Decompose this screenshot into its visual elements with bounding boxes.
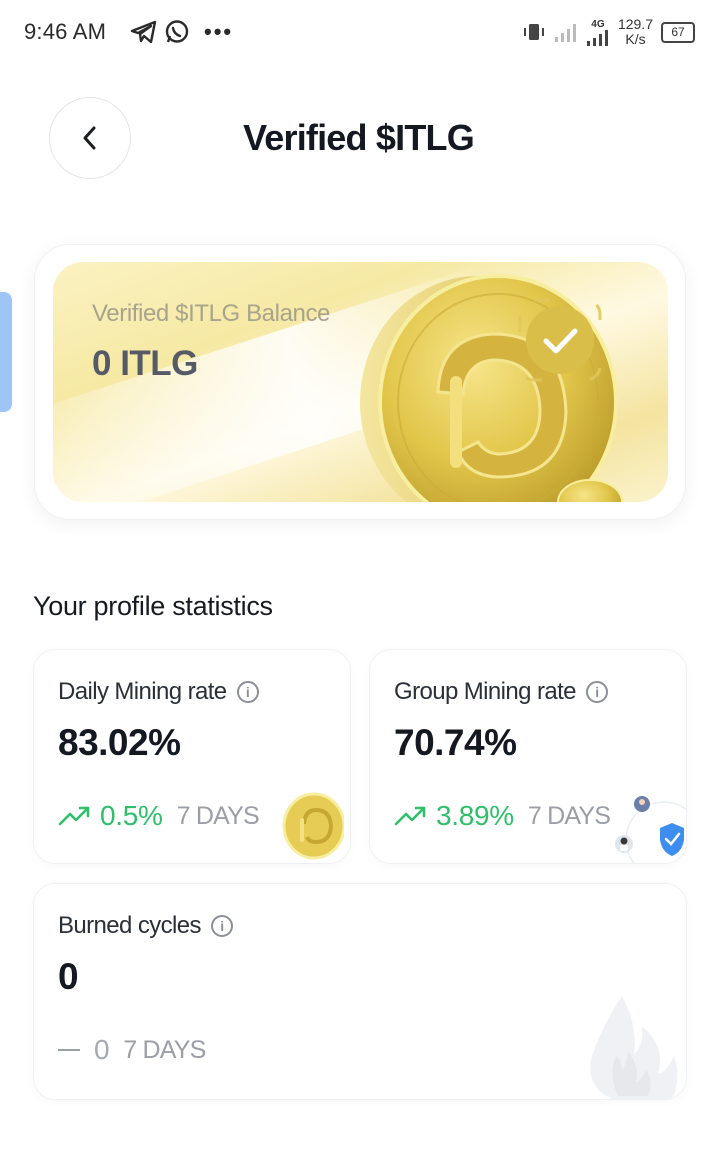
status-bar: 9:46 AM ••• 4G 129.7 K/s 67 [0, 0, 717, 64]
group-change-value: 3.89% [436, 800, 514, 831]
network-speed: 129.7 K/s [618, 17, 653, 47]
daily-mining-rate-label-row: Daily Mining rate i [58, 678, 259, 706]
daily-mining-rate-trend: 0.5% 7 DAYS [58, 800, 260, 832]
burned-cycles-value: 0 [58, 956, 79, 997]
daily-mining-rate-card[interactable]: Daily Mining rate i 83.02% 0.5% 7 DAYS [33, 649, 351, 864]
signal-sim2-icon: 4G [586, 19, 610, 46]
balance-card: Verified $ITLG Balance 0 ITLG [34, 244, 686, 520]
group-mining-rate-label-row: Group Mining rate i [394, 678, 608, 706]
more-notifications-icon: ••• [204, 19, 234, 44]
speed-value: 129.7 [617, 16, 653, 32]
signal-sim1-icon [554, 24, 576, 42]
notification-icons: ••• [130, 17, 233, 47]
info-icon[interactable]: i [236, 681, 259, 703]
info-icon[interactable]: i [585, 681, 608, 703]
burned-change-period: 7 DAYS [123, 1035, 206, 1064]
burned-change-value: 0 [94, 1034, 110, 1065]
group-change-period: 7 DAYS [527, 801, 611, 830]
trend-up-icon [394, 806, 426, 826]
whatsapp-icon [165, 20, 189, 43]
battery-icon: 67 [661, 21, 695, 43]
coin-decoration-icon [282, 792, 344, 860]
group-mining-rate-value: 70.74% [394, 722, 517, 763]
no-change-dash-icon [58, 1048, 80, 1052]
daily-change-value: 0.5% [100, 800, 163, 831]
battery-level: 67 [671, 25, 685, 39]
trend-up-icon [58, 806, 90, 826]
speed-unit: K/s [625, 31, 646, 47]
floating-edge-tab[interactable] [0, 292, 12, 412]
burned-cycles-card[interactable]: Burned cycles i 0 0 7 DAYS [33, 883, 687, 1100]
flame-icon [590, 996, 678, 1099]
balance-label: Verified $ITLG Balance [92, 300, 331, 327]
burned-cycles-trend: 0 7 DAYS [58, 1034, 206, 1066]
shield-avatars-decoration-icon [615, 796, 686, 863]
telegram-icon [130, 20, 157, 44]
info-icon[interactable]: i [210, 915, 233, 937]
vibrate-icon [523, 24, 544, 40]
daily-change-period: 7 DAYS [176, 801, 260, 830]
section-title-profile-statistics: Your profile statistics [33, 591, 273, 621]
system-indicators: 4G 129.7 K/s 67 [522, 14, 695, 50]
status-time: 9:46 AM [24, 19, 107, 44]
group-mining-rate-trend: 3.89% 7 DAYS [394, 800, 611, 832]
daily-mining-rate-label: Daily Mining rate [58, 678, 227, 705]
group-mining-rate-label: Group Mining rate [394, 678, 577, 705]
network-type: 4G [591, 18, 605, 30]
balance-card-inner: Verified $ITLG Balance 0 ITLG [53, 262, 668, 502]
verified-coin-illustration [360, 274, 623, 502]
balance-value: 0 ITLG [92, 344, 198, 383]
page-title: Verified $ITLG [243, 117, 475, 158]
group-mining-rate-card[interactable]: Group Mining rate i 70.74% 3.89% 7 DAYS [369, 649, 687, 864]
burned-cycles-label-row: Burned cycles i [58, 912, 233, 940]
daily-mining-rate-value: 83.02% [58, 722, 181, 763]
burned-cycles-label: Burned cycles [58, 912, 202, 939]
